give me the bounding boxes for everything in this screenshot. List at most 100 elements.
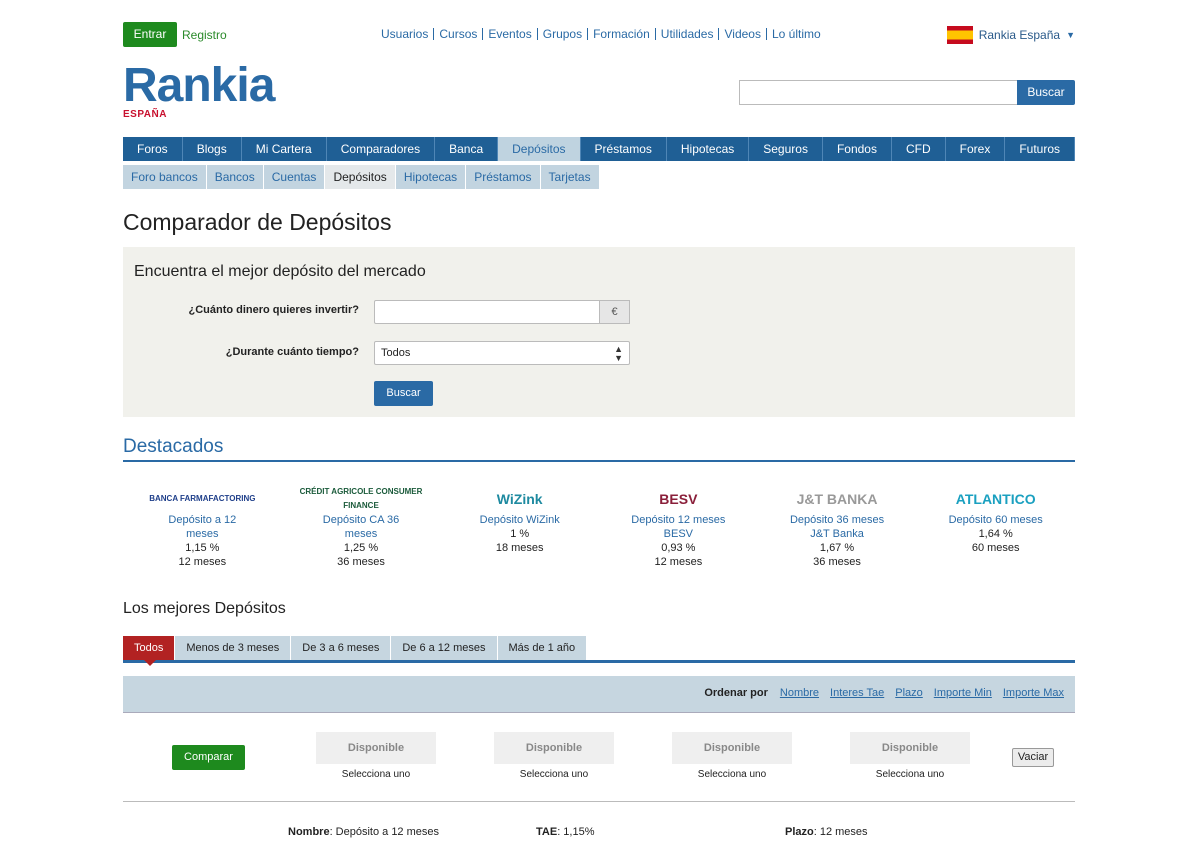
featured-deposit-card[interactable]: BESV Depósito 12 meses BESV 0,93 % 12 meses [599,485,758,575]
featured-deposit-name[interactable]: Depósito 60 meses [916,513,1075,527]
term-tabs: Todos Menos de 3 meses De 3 a 6 meses De… [123,636,1075,666]
main-nav-depositos[interactable]: Depósitos [498,137,581,161]
site-search: Buscar [739,80,1075,105]
sub-nav-tarjetas[interactable]: Tarjetas [540,165,600,189]
country-label: Rankia España [978,28,1061,42]
sub-nav-depositos[interactable]: Depósitos [325,165,396,189]
login-button[interactable]: Entrar [123,22,177,47]
search-input[interactable] [739,80,1017,105]
main-nav-forex[interactable]: Forex [946,137,1006,161]
featured-deposit-rate: 1,15 % [185,542,220,554]
tab-menos-de-3-meses[interactable]: Menos de 3 meses [175,636,292,660]
featured-deposit-name[interactable]: Depósito 36 meses J&T Banka [758,513,917,541]
best-deposits-title: Los mejores Depósitos [123,600,286,617]
finder-heading: Encuentra el mejor depósito del mercado [134,263,426,280]
detail-name: Nombre: Depósito a 12 meses [288,826,439,838]
term-select-value: Todos [381,347,411,359]
amount-label: ¿Cuánto dinero quieres invertir? [188,304,359,316]
deposit-detail-row: Nombre: Depósito a 12 meses TAE: 1,15% P… [123,826,1075,842]
featured-deposit-rate: 1 % [510,528,530,540]
featured-deposit-rate: 1,64 % [978,528,1013,540]
top-nav: Usuarios Cursos Eventos Grupos Formación… [381,28,826,40]
bank-logo: CRÉDIT AGRICOLE CONSUMER FINANCE [299,487,423,510]
featured-deposit-rate: 1,25 % [343,542,379,554]
sub-nav-bancos[interactable]: Bancos [206,165,264,189]
sort-by-importe-min[interactable]: Importe Min [934,687,992,699]
compare-button[interactable]: Comparar [172,745,245,770]
clear-compare-button[interactable]: Vaciar [1012,748,1054,767]
featured-deposit-card[interactable]: ATLANTICO Depósito 60 meses 1,64 % 60 meses [916,485,1075,575]
featured-deposit-term: 60 meses [971,542,1020,554]
compare-slot[interactable]: Disponible Selecciona uno [316,732,436,780]
compare-slot[interactable]: Disponible Selecciona uno [672,732,792,780]
sort-by-plazo[interactable]: Plazo [895,687,923,699]
currency-addon: € [600,300,630,324]
featured-deposit-name[interactable]: Depósito WiZink [440,513,599,527]
main-nav-prestamos[interactable]: Préstamos [581,137,667,161]
compare-slot-title: Disponible [494,732,614,764]
site-logo[interactable]: Rankia ESPAÑA [123,62,275,121]
sub-nav-prestamos[interactable]: Préstamos [466,165,541,189]
main-nav-foros[interactable]: Foros [123,137,183,161]
compare-slot-hint: Selecciona uno [519,769,589,780]
country-selector[interactable]: Rankia España ▼ [946,26,1075,44]
top-nav-item-formacion[interactable]: Formación [588,28,656,40]
top-bar: Entrar Registro Usuarios Cursos Eventos … [123,22,1075,48]
term-select[interactable]: Todos ▲ ▼ [374,341,630,365]
featured-deposits: BANCA FARMAFACTORING Depósito a 12 meses 1… [123,485,1075,575]
featured-deposit-card[interactable]: WiZink Depósito WiZink 1 % 18 meses [440,485,599,575]
tab-de-6-a-12-meses[interactable]: De 6 a 12 meses [391,636,498,660]
sort-by-importe-max[interactable]: Importe Max [1003,687,1064,699]
sub-nav-foro-bancos[interactable]: Foro bancos [123,165,207,189]
sub-nav-hipotecas[interactable]: Hipotecas [395,165,467,189]
featured-deposit-card[interactable]: BANCA FARMAFACTORING Depósito a 12 meses 1… [123,485,282,575]
finder-search-button[interactable]: Buscar [374,381,433,406]
register-link[interactable]: Registro [182,28,227,42]
sort-label: Ordenar por [704,687,768,699]
amount-input[interactable] [374,300,600,324]
featured-deposit-card[interactable]: CRÉDIT AGRICOLE CONSUMER FINANCE Depósito… [282,485,441,575]
featured-deposit-name[interactable]: Depósito a 12 meses [123,513,282,541]
detail-tae-value: : 1,15% [557,826,595,838]
bank-logo: J&T BANKA [796,491,878,507]
featured-deposit-name[interactable]: Depósito 12 meses BESV [599,513,758,541]
main-nav-cfd[interactable]: CFD [892,137,946,161]
sub-nav: Foro bancos Bancos Cuentas Depósitos Hip… [123,165,1075,189]
main-nav-banca[interactable]: Banca [435,137,499,161]
sort-by-interes-tae[interactable]: Interes Tae [830,687,884,699]
top-nav-item-utilidades[interactable]: Utilidades [656,28,720,40]
main-nav-bolsa[interactable]: Bolsa [1075,137,1133,161]
main-nav: Foros Blogs Mi Cartera Comparadores Banc… [123,137,1119,161]
detail-name-label: Nombre [288,826,330,838]
bank-logo: ATLANTICO [955,491,1036,507]
tab-mas-de-1-ano[interactable]: Más de 1 año [497,636,588,660]
main-nav-futuros[interactable]: Futuros [1005,137,1076,161]
featured-deposit-card[interactable]: J&T BANKA Depósito 36 meses J&T Banka 1,67… [758,485,917,575]
top-nav-item-cursos[interactable]: Cursos [434,28,484,40]
top-nav-item-eventos[interactable]: Eventos [483,28,538,40]
sort-by-nombre[interactable]: Nombre [780,687,819,699]
main-nav-fondos[interactable]: Fondos [823,137,892,161]
main-nav-hipotecas[interactable]: Hipotecas [667,137,750,161]
featured-deposit-name[interactable]: Depósito CA 36 meses [282,513,441,541]
compare-slot[interactable]: Disponible Selecciona uno [850,732,970,780]
compare-slot[interactable]: Disponible Selecciona uno [494,732,614,780]
tab-de-3-a-6-meses[interactable]: De 3 a 6 meses [291,636,392,660]
compare-slot-title: Disponible [850,732,970,764]
sub-nav-cuentas[interactable]: Cuentas [263,165,326,189]
top-nav-item-grupos[interactable]: Grupos [538,28,589,40]
search-button[interactable]: Buscar [1017,80,1075,105]
main-nav-blogs[interactable]: Blogs [183,137,242,161]
top-nav-item-lo-ultimo[interactable]: Lo último [767,28,826,40]
tab-todos[interactable]: Todos [123,636,176,666]
term-label: ¿Durante cuánto tiempo? [225,346,359,358]
main-nav-seguros[interactable]: Seguros [749,137,823,161]
top-nav-item-usuarios[interactable]: Usuarios [381,28,435,40]
featured-deposit-term: 36 meses [813,556,861,568]
compare-slot-hint: Selecciona uno [697,769,767,780]
featured-deposit-term: 12 meses [654,556,703,568]
compare-bar: Comparar Disponible Selecciona uno Dispo… [123,714,1075,802]
main-nav-comparadores[interactable]: Comparadores [327,137,436,161]
top-nav-item-videos[interactable]: Videos [719,28,767,40]
main-nav-mi-cartera[interactable]: Mi Cartera [242,137,327,161]
